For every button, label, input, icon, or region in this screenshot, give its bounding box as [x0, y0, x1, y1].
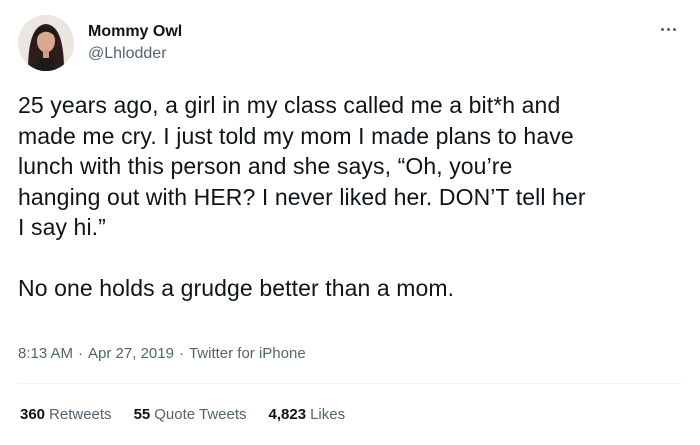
- avatar[interactable]: [18, 15, 74, 71]
- retweets-label: Retweets: [49, 406, 112, 423]
- tweet-text: 25 years ago, a girl in my class called …: [18, 92, 586, 301]
- quote-tweets-count: 55: [133, 406, 151, 423]
- more-options-icon[interactable]: [654, 19, 682, 39]
- author-handle[interactable]: @Lhlodder: [88, 44, 182, 64]
- tweet-header: Mommy Owl @Lhlodder: [18, 15, 682, 73]
- author-display-name[interactable]: Mommy Owl: [88, 22, 182, 42]
- tweet-source[interactable]: Twitter for iPhone: [189, 345, 306, 362]
- tweet-date[interactable]: Apr 27, 2019: [88, 345, 174, 362]
- more-dot: [672, 27, 676, 31]
- likes-stat[interactable]: 4,823 Likes: [269, 405, 346, 425]
- likes-count: 4,823: [268, 406, 307, 423]
- meta-separator: ·: [178, 345, 184, 362]
- quote-tweets-label: Quote Tweets: [154, 406, 247, 423]
- tweet-card: Mommy Owl @Lhlodder 25 years ago, a girl…: [0, 0, 700, 445]
- retweets-stat[interactable]: 360 Retweets: [20, 405, 112, 425]
- meta-separator: ·: [78, 345, 84, 362]
- avatar-image: [18, 15, 74, 71]
- likes-label: Likes: [310, 406, 346, 423]
- tweet-stats: 360 Retweets 55 Quote Tweets 4,823 Likes: [20, 405, 345, 425]
- more-dot: [666, 27, 670, 31]
- quote-tweets-stat[interactable]: 55 Quote Tweets: [134, 405, 247, 425]
- author-info: Mommy Owl @Lhlodder: [88, 22, 182, 64]
- tweet-time[interactable]: 8:13 AM: [18, 345, 73, 362]
- more-dot: [660, 27, 664, 31]
- tweet-meta: 8:13 AM · Apr 27, 2019 · Twitter for iPhone: [18, 344, 306, 364]
- retweets-count: 360: [20, 406, 46, 423]
- divider: [18, 383, 682, 384]
